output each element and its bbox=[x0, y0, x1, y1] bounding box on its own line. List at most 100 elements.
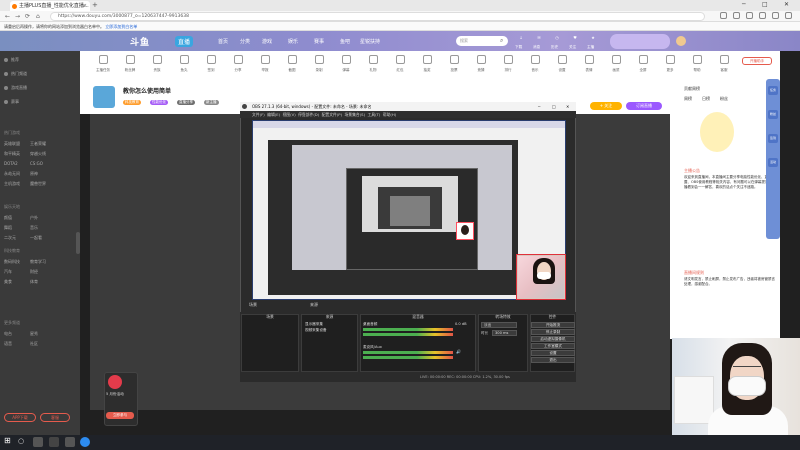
toolbar-item-icon[interactable] bbox=[720, 55, 729, 64]
obs-menu-docks[interactable]: 停靠部件(D) bbox=[298, 112, 319, 117]
sidebar-item[interactable]: 王者荣耀 bbox=[30, 141, 46, 147]
toolbar-item-icon[interactable] bbox=[396, 55, 405, 64]
toolbar-item-icon[interactable] bbox=[693, 55, 702, 64]
activity-join-button[interactable]: 立即参与 bbox=[106, 412, 134, 419]
toolbar-item-icon[interactable] bbox=[207, 55, 216, 64]
sidebar-item[interactable]: 电台 bbox=[4, 331, 12, 337]
stop-recording-button[interactable]: 停止录制 bbox=[531, 329, 575, 335]
start-button[interactable]: ⊞ bbox=[4, 436, 11, 445]
toolbar-item-icon[interactable] bbox=[558, 55, 567, 64]
toolbar-item-icon[interactable] bbox=[531, 55, 540, 64]
sidebar-item[interactable]: 星秀 bbox=[30, 331, 38, 337]
maximize-button[interactable]: □ bbox=[762, 0, 768, 10]
sidebar-item[interactable]: 颜值 bbox=[4, 215, 12, 221]
taskbar-app-obs-icon[interactable] bbox=[49, 437, 59, 447]
history-icon[interactable]: ◷ bbox=[552, 35, 562, 44]
sidebar-item[interactable]: 和平精英 bbox=[4, 151, 20, 157]
forward-button[interactable]: → bbox=[15, 11, 20, 22]
toolbar-item-icon[interactable] bbox=[450, 55, 459, 64]
room-tag[interactable]: 科技教育 bbox=[123, 100, 141, 105]
speaker-icon[interactable]: 🔊 bbox=[456, 349, 461, 354]
streamer-assistant-button[interactable]: 开播助手 bbox=[742, 57, 772, 65]
sidebar-item-games[interactable]: 游戏直播 bbox=[4, 85, 27, 91]
nav-item-entertainment[interactable]: 娱乐 bbox=[288, 38, 298, 45]
sidebar-item[interactable]: 永劫无间 bbox=[4, 171, 20, 177]
avatar[interactable] bbox=[676, 36, 686, 46]
toolbar-item-icon[interactable] bbox=[369, 55, 378, 64]
obs-close-button[interactable]: ✕ bbox=[566, 102, 569, 111]
customer-service-button[interactable]: 客服 bbox=[40, 413, 70, 422]
toolbar-item-icon[interactable] bbox=[99, 55, 108, 64]
obs-source-item[interactable]: 显示器采集 bbox=[305, 322, 323, 327]
sidebar-item[interactable]: 体育 bbox=[30, 279, 38, 285]
streamer-avatar[interactable] bbox=[93, 86, 115, 108]
room-tag[interactable]: 新主播 bbox=[204, 100, 219, 105]
tab-close-icon[interactable]: × bbox=[83, 1, 87, 11]
downloads-icon[interactable] bbox=[759, 12, 766, 19]
browser-tab[interactable]: 主播PLUS直播_性能优化直播... × bbox=[10, 1, 90, 11]
sidebar-item-recommend[interactable]: 推荐 bbox=[4, 57, 19, 63]
sidebar-item[interactable]: DOTA2 bbox=[4, 161, 18, 166]
follow-icon[interactable]: ♥ bbox=[570, 35, 580, 44]
subscribe-button[interactable]: 订阅直播 bbox=[626, 102, 662, 110]
anchor-icon[interactable]: ★ bbox=[588, 35, 598, 44]
room-tag[interactable]: 直播分享 bbox=[177, 100, 195, 105]
edge-browser-icon[interactable] bbox=[80, 437, 90, 447]
nav-item-esports[interactable]: 赛事 bbox=[314, 38, 324, 45]
toolbar-item-icon[interactable] bbox=[504, 55, 513, 64]
reload-button[interactable]: ⟳ bbox=[25, 11, 30, 22]
sidebar-item[interactable]: 英雄联盟 bbox=[4, 141, 20, 147]
sidebar-item[interactable]: 主机游戏 bbox=[4, 181, 20, 187]
follow-button[interactable]: + 关注 bbox=[590, 102, 622, 110]
notice-link[interactable]: 立即添加到白名单 bbox=[105, 24, 137, 29]
back-button[interactable]: ← bbox=[5, 11, 10, 22]
sidebar-item[interactable]: 教育学习 bbox=[30, 259, 46, 265]
exit-button[interactable]: 退出 bbox=[531, 357, 575, 363]
toolbar-item-icon[interactable] bbox=[126, 55, 135, 64]
obs-menu-help[interactable]: 帮助(H) bbox=[383, 112, 396, 117]
sidebar-item[interactable]: 二次元 bbox=[4, 235, 16, 241]
obs-menu-profile[interactable]: 配置文件(P) bbox=[322, 112, 342, 117]
nav-item-home[interactable]: 首页 bbox=[218, 38, 228, 45]
sidebar-item[interactable]: 穿越火线 bbox=[30, 151, 46, 157]
toolbar-item-icon[interactable] bbox=[585, 55, 594, 64]
sidebar-item[interactable]: 语音 bbox=[4, 341, 12, 347]
taskbar-app-icon[interactable] bbox=[65, 437, 75, 447]
url-input[interactable]: https://www.douyu.com/3000877_o=12063744… bbox=[50, 12, 705, 21]
more-menu-icon[interactable] bbox=[785, 12, 792, 19]
favorites-icon[interactable] bbox=[733, 12, 740, 19]
float-checkin-button[interactable]: 签到 bbox=[768, 134, 778, 143]
sidebar-item[interactable]: 社区 bbox=[30, 341, 38, 347]
obs-menu-view[interactable]: 视图(V) bbox=[283, 112, 296, 117]
toolbar-item-icon[interactable] bbox=[153, 55, 162, 64]
sidebar-collapse-handle[interactable] bbox=[76, 232, 80, 254]
sidebar-item[interactable]: 户外 bbox=[30, 215, 38, 221]
toolbar-item-icon[interactable] bbox=[288, 55, 297, 64]
task-view-icon[interactable] bbox=[33, 437, 43, 447]
close-window-button[interactable]: ✕ bbox=[784, 0, 789, 10]
toolbar-item-icon[interactable] bbox=[612, 55, 621, 64]
collections-icon[interactable] bbox=[746, 12, 753, 19]
obs-menu-edit[interactable]: 编辑(E) bbox=[267, 112, 280, 117]
sidebar-item-hot[interactable]: 热门频道 bbox=[4, 71, 27, 77]
sidebar-item[interactable]: 汽车 bbox=[4, 269, 12, 275]
nav-item-rising[interactable]: 星锐扶持 bbox=[360, 38, 380, 45]
toolbar-item-icon[interactable] bbox=[639, 55, 648, 64]
studio-mode-button[interactable]: 工作室模式 bbox=[531, 343, 575, 349]
sidebar-item[interactable]: 一起看 bbox=[30, 235, 42, 241]
nav-item-forum[interactable]: 鱼吧 bbox=[340, 38, 350, 45]
taskbar-search-icon[interactable]: ○ bbox=[18, 437, 24, 445]
sidebar-item[interactable]: 舞蹈 bbox=[4, 225, 12, 231]
nav-item-category[interactable]: 分类 bbox=[240, 38, 250, 45]
header-banner[interactable] bbox=[610, 34, 670, 49]
home-button[interactable]: ⌂ bbox=[36, 11, 40, 22]
new-tab-button[interactable]: + bbox=[92, 1, 98, 9]
toolbar-item-icon[interactable] bbox=[423, 55, 432, 64]
nav-item-games[interactable]: 游戏 bbox=[262, 38, 272, 45]
float-fans-button[interactable]: 粉丝 bbox=[768, 110, 778, 119]
duration-input[interactable]: 300 ms bbox=[492, 330, 517, 336]
obs-menu-file[interactable]: 文件(F) bbox=[252, 112, 265, 117]
obs-minimize-button[interactable]: ─ bbox=[538, 102, 540, 111]
start-streaming-button[interactable]: 开始推流 bbox=[531, 322, 575, 328]
rank-tab[interactable]: 粉丝 bbox=[720, 96, 728, 102]
